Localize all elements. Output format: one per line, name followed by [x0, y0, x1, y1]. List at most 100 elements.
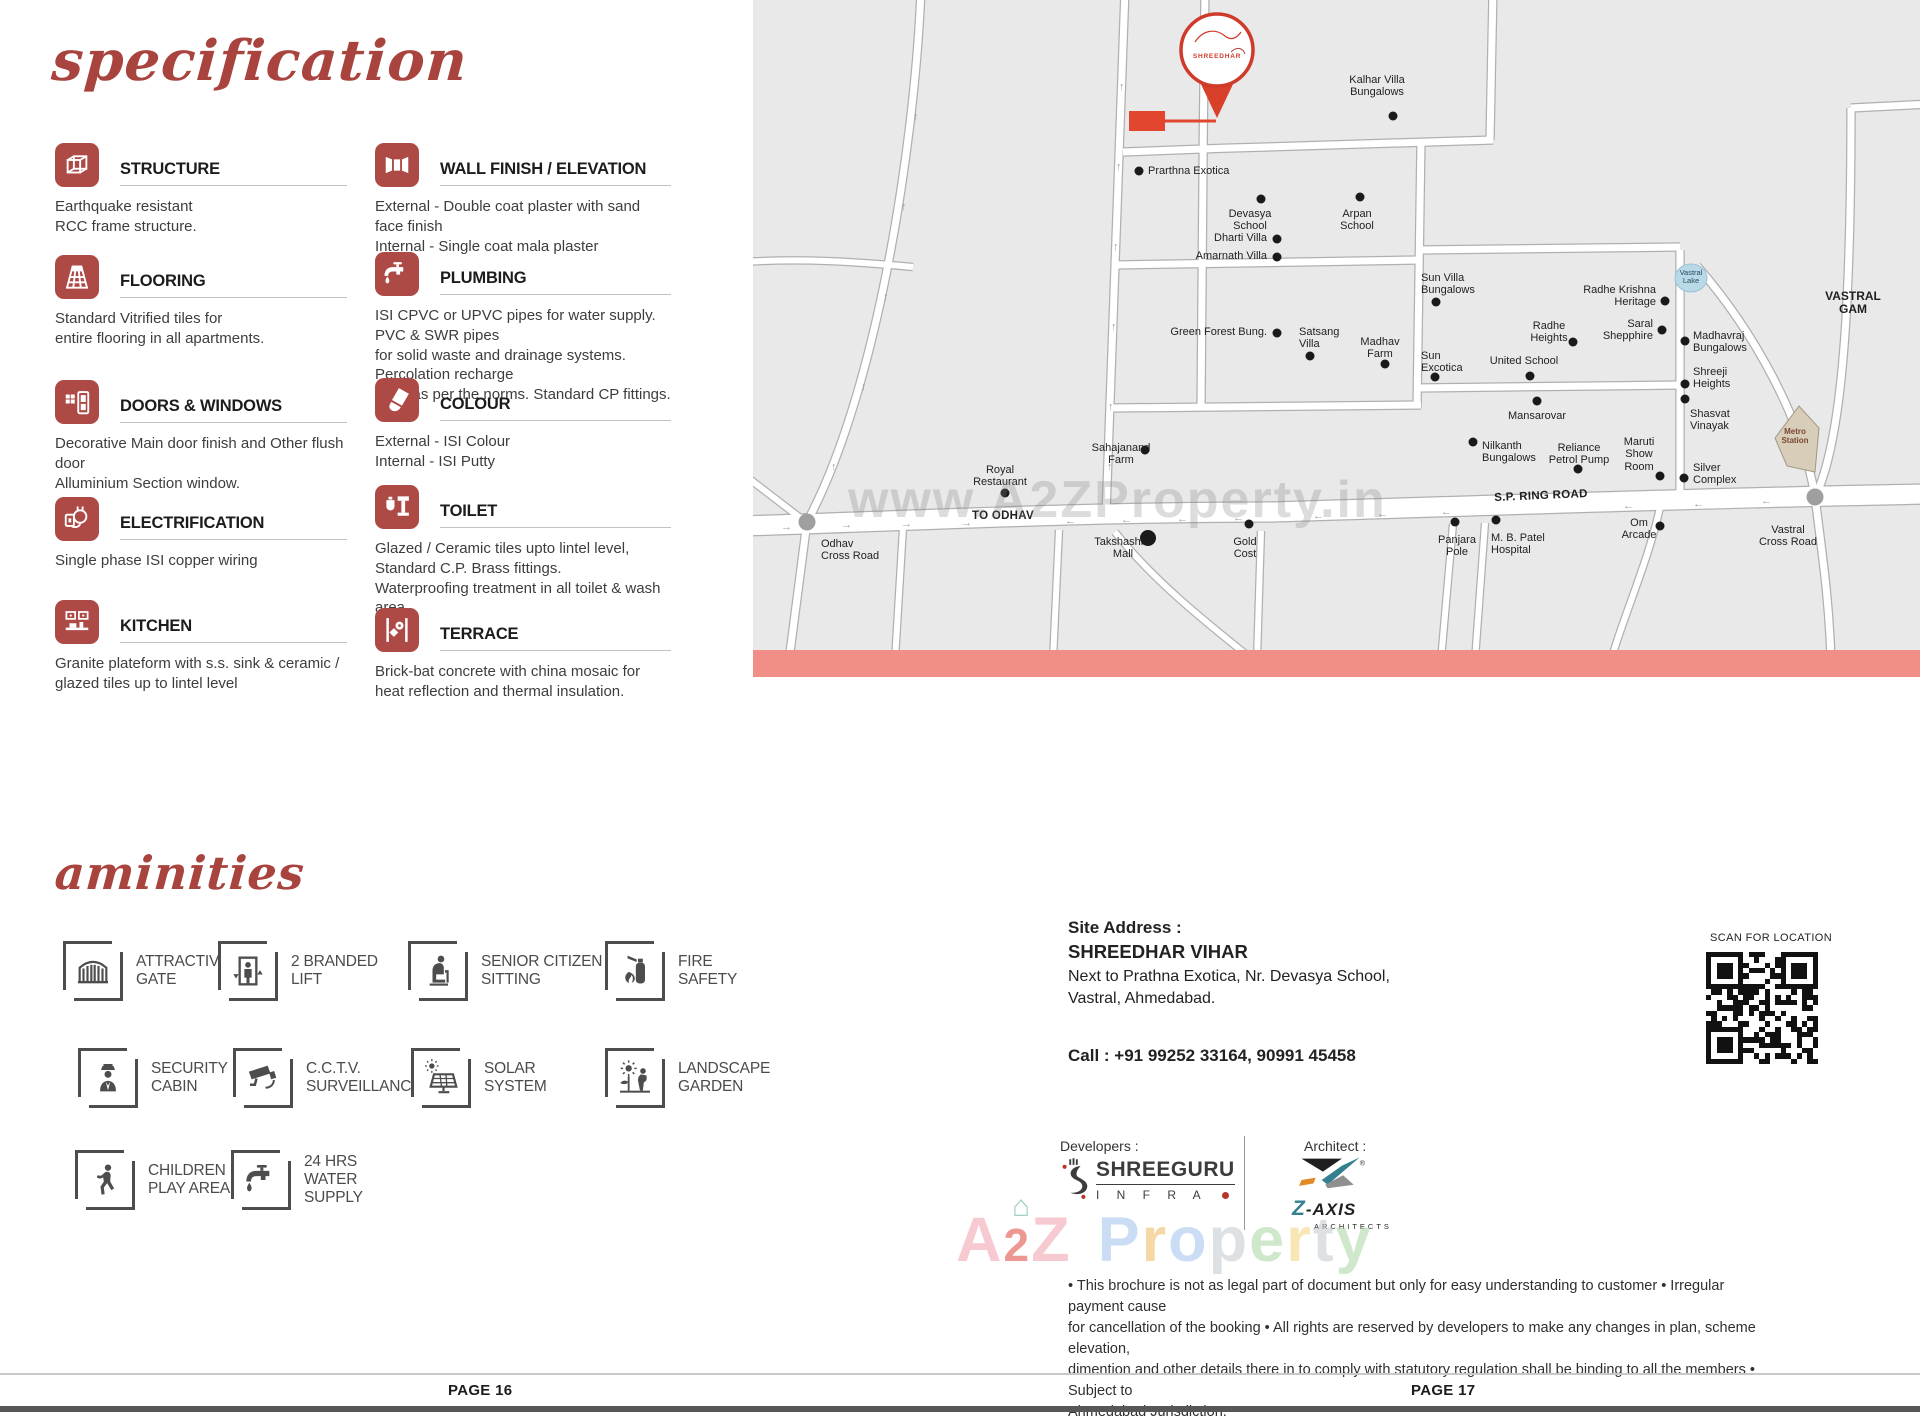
amenity-label: ATTRACTIVE GATE	[136, 953, 229, 989]
spec-item-title: WALL FINISH / ELEVATION	[440, 160, 671, 179]
house-icon: ⌂	[1012, 1190, 1032, 1224]
svg-text:←: ←	[1441, 506, 1452, 518]
spec-item-desc: Decorative Main door finish and Other fl…	[55, 434, 347, 493]
gate-icon	[63, 941, 123, 1001]
cctv-icon	[233, 1048, 293, 1108]
svg-text:↑: ↑	[1113, 241, 1119, 253]
svg-text:→: →	[781, 521, 792, 533]
spec-item: STRUCTURE Earthquake resistant RCC frame …	[55, 143, 347, 237]
svg-text:↑: ↑	[901, 201, 907, 213]
amenity-item: SENIOR CITIZEN SITTING	[408, 941, 602, 1001]
amenity-item: 24 HRS WATER SUPPLY	[231, 1150, 363, 1210]
spec-item-desc: External - ISI Colour Internal - ISI Put…	[375, 432, 671, 472]
metro-station-shape	[1775, 406, 1819, 472]
bottom-edge-strip	[0, 1406, 1920, 1412]
map-canvas: →→→→←←←←←←←←←←↑↑↑↑↑↑↑↑↑↑↑ SHREEDHAR	[753, 0, 1920, 650]
vastral-junction-dot	[1807, 489, 1824, 506]
amenity-label: SENIOR CITIZEN SITTING	[481, 953, 602, 989]
svg-text:↑: ↑	[831, 461, 837, 473]
svg-text:↑: ↑	[883, 291, 889, 303]
project-location-pin: SHREEDHAR	[1129, 14, 1253, 131]
accent-bar	[753, 650, 1920, 677]
amenity-label: FIRE SAFETY	[678, 953, 737, 989]
developer-subname: I N F R A	[1096, 1188, 1208, 1202]
toilet-icon	[375, 485, 419, 529]
amenity-label: CHILDREN PLAY AREA	[148, 1162, 230, 1198]
spec-item-title: TERRACE	[440, 625, 671, 644]
svg-text:←: ←	[1623, 500, 1634, 512]
scan-for-location-label: SCAN FOR LOCATION	[1710, 932, 1832, 944]
page-number-right: PAGE 17	[1411, 1382, 1475, 1399]
solar-icon	[411, 1048, 471, 1108]
lift-icon	[218, 941, 278, 1001]
wall-finish-icon	[375, 143, 419, 187]
spec-item-desc: Glazed / Ceramic tiles upto lintel level…	[375, 539, 671, 618]
spec-item-title: DOORS & WINDOWS	[120, 397, 347, 416]
svg-text:←: ←	[1693, 498, 1704, 510]
spec-item: FLOORINGStandard Vitrified tiles for ent…	[55, 255, 347, 349]
svg-text:↑: ↑	[1111, 321, 1117, 333]
amenity-item: 2 BRANDED LIFT	[218, 941, 378, 1001]
svg-text:↑: ↑	[913, 111, 919, 123]
landscape-icon	[605, 1048, 665, 1108]
developer-logo: SHREEGURU I N F R A	[1058, 1158, 1235, 1205]
spec-item-desc: Earthquake resistant RCC frame structure…	[55, 197, 347, 237]
address-line-1: Next to Prathna Exotica, Nr. Devasya Sch…	[1068, 968, 1390, 986]
specification-heading: specification	[50, 28, 470, 94]
terrace-icon	[375, 608, 419, 652]
shreeguru-flame-icon	[1058, 1158, 1090, 1205]
qr-code	[1706, 952, 1818, 1064]
call-numbers: Call : +91 99252 33164, 90991 45458	[1068, 1046, 1356, 1066]
spec-item: KITCHEN Granite plateform with s.s. sink …	[55, 600, 347, 694]
spec-item-title: ELECTRIFICATION	[120, 514, 347, 533]
children-icon	[75, 1150, 135, 1210]
spec-item: TOILET Glazed / Ceramic tiles upto lintel…	[375, 485, 671, 618]
svg-text:↑: ↑	[861, 381, 867, 393]
amenity-item: ATTRACTIVE GATE	[63, 941, 229, 1001]
site-address-label: Site Address :	[1068, 918, 1182, 938]
amenity-item: LANDSCAPE GARDEN	[605, 1048, 770, 1108]
spec-item-desc: External - Double coat plaster with sand…	[375, 197, 671, 256]
svg-text:↑: ↑	[1119, 81, 1125, 93]
spec-item-title: STRUCTURE	[120, 160, 347, 179]
page-number-left: PAGE 16	[448, 1382, 512, 1399]
amenity-item: C.C.T.V. SURVEILLANCE	[233, 1048, 421, 1108]
amenity-item: SECURITY CABIN	[78, 1048, 228, 1108]
kitchen-icon	[55, 600, 99, 644]
security-cabin-icon	[78, 1048, 138, 1108]
a2z-property-watermark: A2ZProperty⌂	[956, 1204, 1373, 1276]
svg-text:↑: ↑	[1108, 401, 1114, 413]
flooring-icon	[55, 255, 99, 299]
spec-item-desc: Standard Vitrified tiles for entire floo…	[55, 309, 347, 349]
amenity-label: LANDSCAPE GARDEN	[678, 1060, 770, 1096]
architect-label: Architect :	[1304, 1138, 1366, 1154]
svg-text:←: ←	[1761, 495, 1772, 507]
fire-safety-icon	[605, 941, 665, 1001]
disclaimer-text: • This brochure is not as legal part of …	[1068, 1276, 1758, 1423]
svg-text:↑: ↑	[1116, 161, 1122, 173]
amenity-label: 2 BRANDED LIFT	[291, 953, 378, 989]
structure-icon	[55, 143, 99, 187]
developers-label: Developers :	[1060, 1138, 1139, 1154]
amenity-label: C.C.T.V. SURVEILLANCE	[306, 1060, 421, 1096]
amenity-label: SOLAR SYSTEM	[484, 1060, 547, 1096]
spec-item: WALL FINISH / ELEVATION External - Double…	[375, 143, 671, 256]
water-supply-icon	[231, 1150, 291, 1210]
spec-item-title: TOILET	[440, 502, 671, 521]
z-axis-mark-icon: ®	[1292, 1156, 1368, 1197]
spec-item-title: PLUMBING	[440, 269, 671, 288]
location-map: →→→→←←←←←←←←←←↑↑↑↑↑↑↑↑↑↑↑ SHREEDHAR Kalh…	[753, 0, 1920, 677]
vastral-lake-shape	[1675, 264, 1707, 292]
spec-item-desc: Single phase ISI copper wiring	[55, 551, 347, 571]
amenity-item: SOLAR SYSTEM	[411, 1048, 547, 1108]
amenity-label: 24 HRS WATER SUPPLY	[304, 1153, 363, 1206]
spec-item-title: COLOUR	[440, 395, 671, 414]
spec-item-title: KITCHEN	[120, 617, 347, 636]
spec-item: TERRACEBrick-bat concrete with china mos…	[375, 608, 671, 702]
spec-item-desc: Granite plateform with s.s. sink & ceram…	[55, 654, 347, 694]
developer-name: SHREEGURU	[1096, 1158, 1235, 1185]
amenity-item: FIRE SAFETY	[605, 941, 737, 1001]
senior-citizen-icon	[408, 941, 468, 1001]
svg-text:®: ®	[1360, 1160, 1366, 1168]
doors-windows-icon	[55, 380, 99, 424]
